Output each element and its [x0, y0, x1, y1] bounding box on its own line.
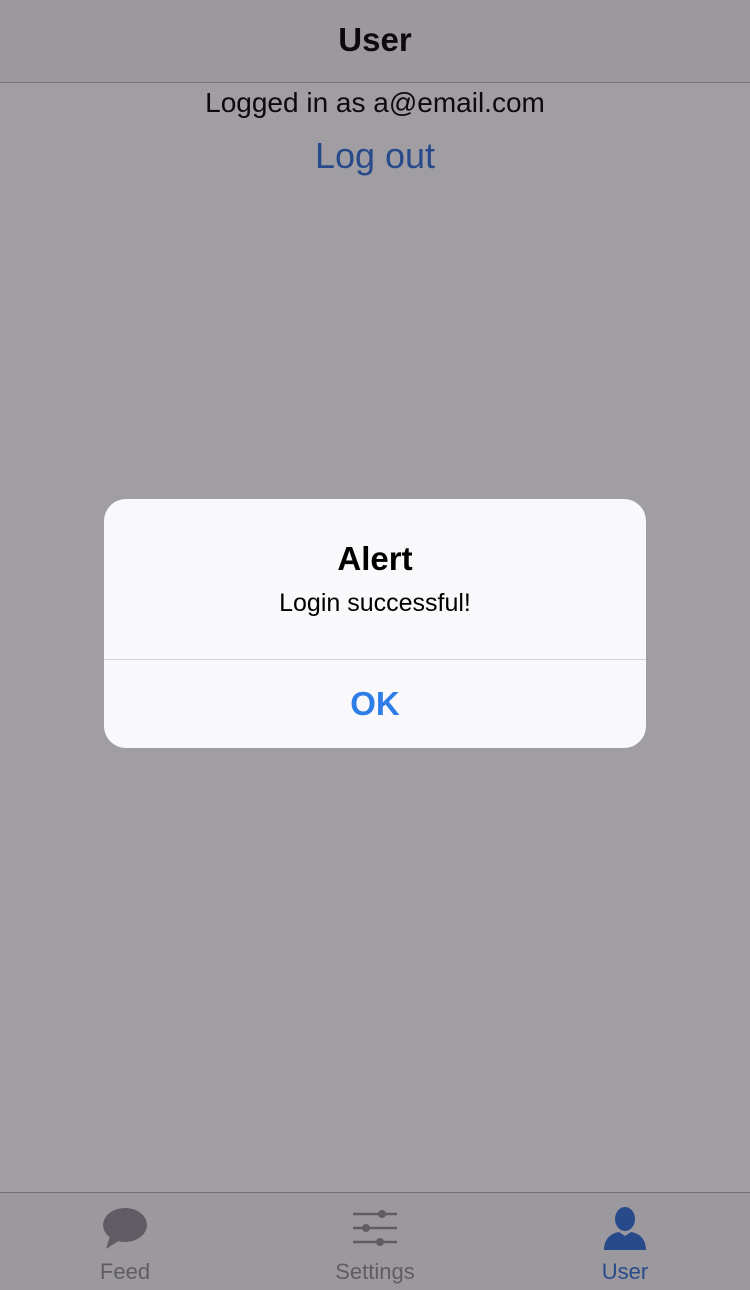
- ok-button[interactable]: OK: [104, 660, 646, 748]
- alert-title: Alert: [337, 540, 413, 577]
- app-screen: User Logged in as a@email.com Log out Fe…: [0, 0, 750, 1290]
- alert-dialog: Alert Login successful! OK: [104, 499, 646, 748]
- alert-message: Login successful!: [279, 589, 471, 617]
